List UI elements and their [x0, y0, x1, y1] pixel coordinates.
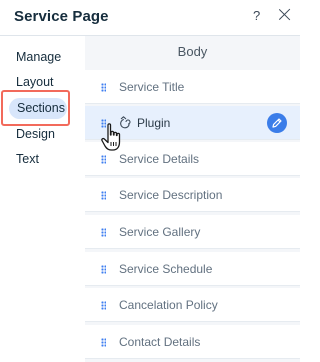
- drag-handle-icon[interactable]: [101, 83, 106, 92]
- sidebar: Manage Layout Sections Design Text: [0, 36, 85, 362]
- list-item-label: Contact Details: [119, 335, 201, 349]
- list-item-label: Cancelation Policy: [119, 298, 218, 312]
- list-item-service-gallery[interactable]: Service Gallery: [85, 215, 300, 249]
- sidebar-item-design[interactable]: Design: [16, 127, 55, 141]
- drag-handle-icon[interactable]: [101, 155, 106, 164]
- hand-cursor-icon: [101, 123, 121, 151]
- list-item-service-schedule[interactable]: Service Schedule: [85, 252, 300, 286]
- list-item-contact-details[interactable]: Contact Details: [85, 325, 300, 359]
- list-item-label: Service Title: [119, 80, 185, 94]
- section-heading: Body: [177, 44, 208, 59]
- sidebar-item-manage[interactable]: Manage: [16, 50, 61, 64]
- list-item-label: Service Gallery: [119, 225, 201, 239]
- panel-header: Service Page ?: [0, 0, 300, 34]
- sidebar-item-text[interactable]: Text: [16, 152, 39, 166]
- drag-handle-icon[interactable]: [101, 265, 106, 274]
- sidebar-item-label: Sections: [17, 101, 65, 115]
- page-title: Service Page: [14, 8, 109, 25]
- drag-handle-icon[interactable]: [101, 338, 106, 347]
- edit-button[interactable]: [267, 113, 287, 133]
- selected-pill: Sections: [9, 98, 67, 119]
- list-item-cancelation-policy[interactable]: Cancelation Policy: [85, 288, 300, 322]
- close-icon[interactable]: [278, 8, 292, 22]
- list-item-label: Service Details: [119, 152, 200, 166]
- sidebar-item-sections[interactable]: Sections: [1, 90, 70, 126]
- list-item-label: Service Schedule: [119, 262, 213, 276]
- list-item-label: Plugin: [137, 116, 171, 130]
- sections-panel: Body Service Title Plugin Service Detail…: [85, 36, 300, 362]
- list-item-service-description[interactable]: Service Description: [85, 178, 300, 212]
- drag-handle-icon[interactable]: [101, 191, 106, 200]
- help-button[interactable]: ?: [253, 8, 260, 23]
- drag-handle-icon[interactable]: [101, 301, 106, 310]
- drag-handle-icon[interactable]: [101, 228, 106, 237]
- sidebar-item-layout[interactable]: Layout: [16, 75, 54, 89]
- list-item-service-title[interactable]: Service Title: [85, 70, 300, 104]
- pencil-icon: [272, 118, 282, 128]
- list-item-label: Service Description: [119, 188, 223, 202]
